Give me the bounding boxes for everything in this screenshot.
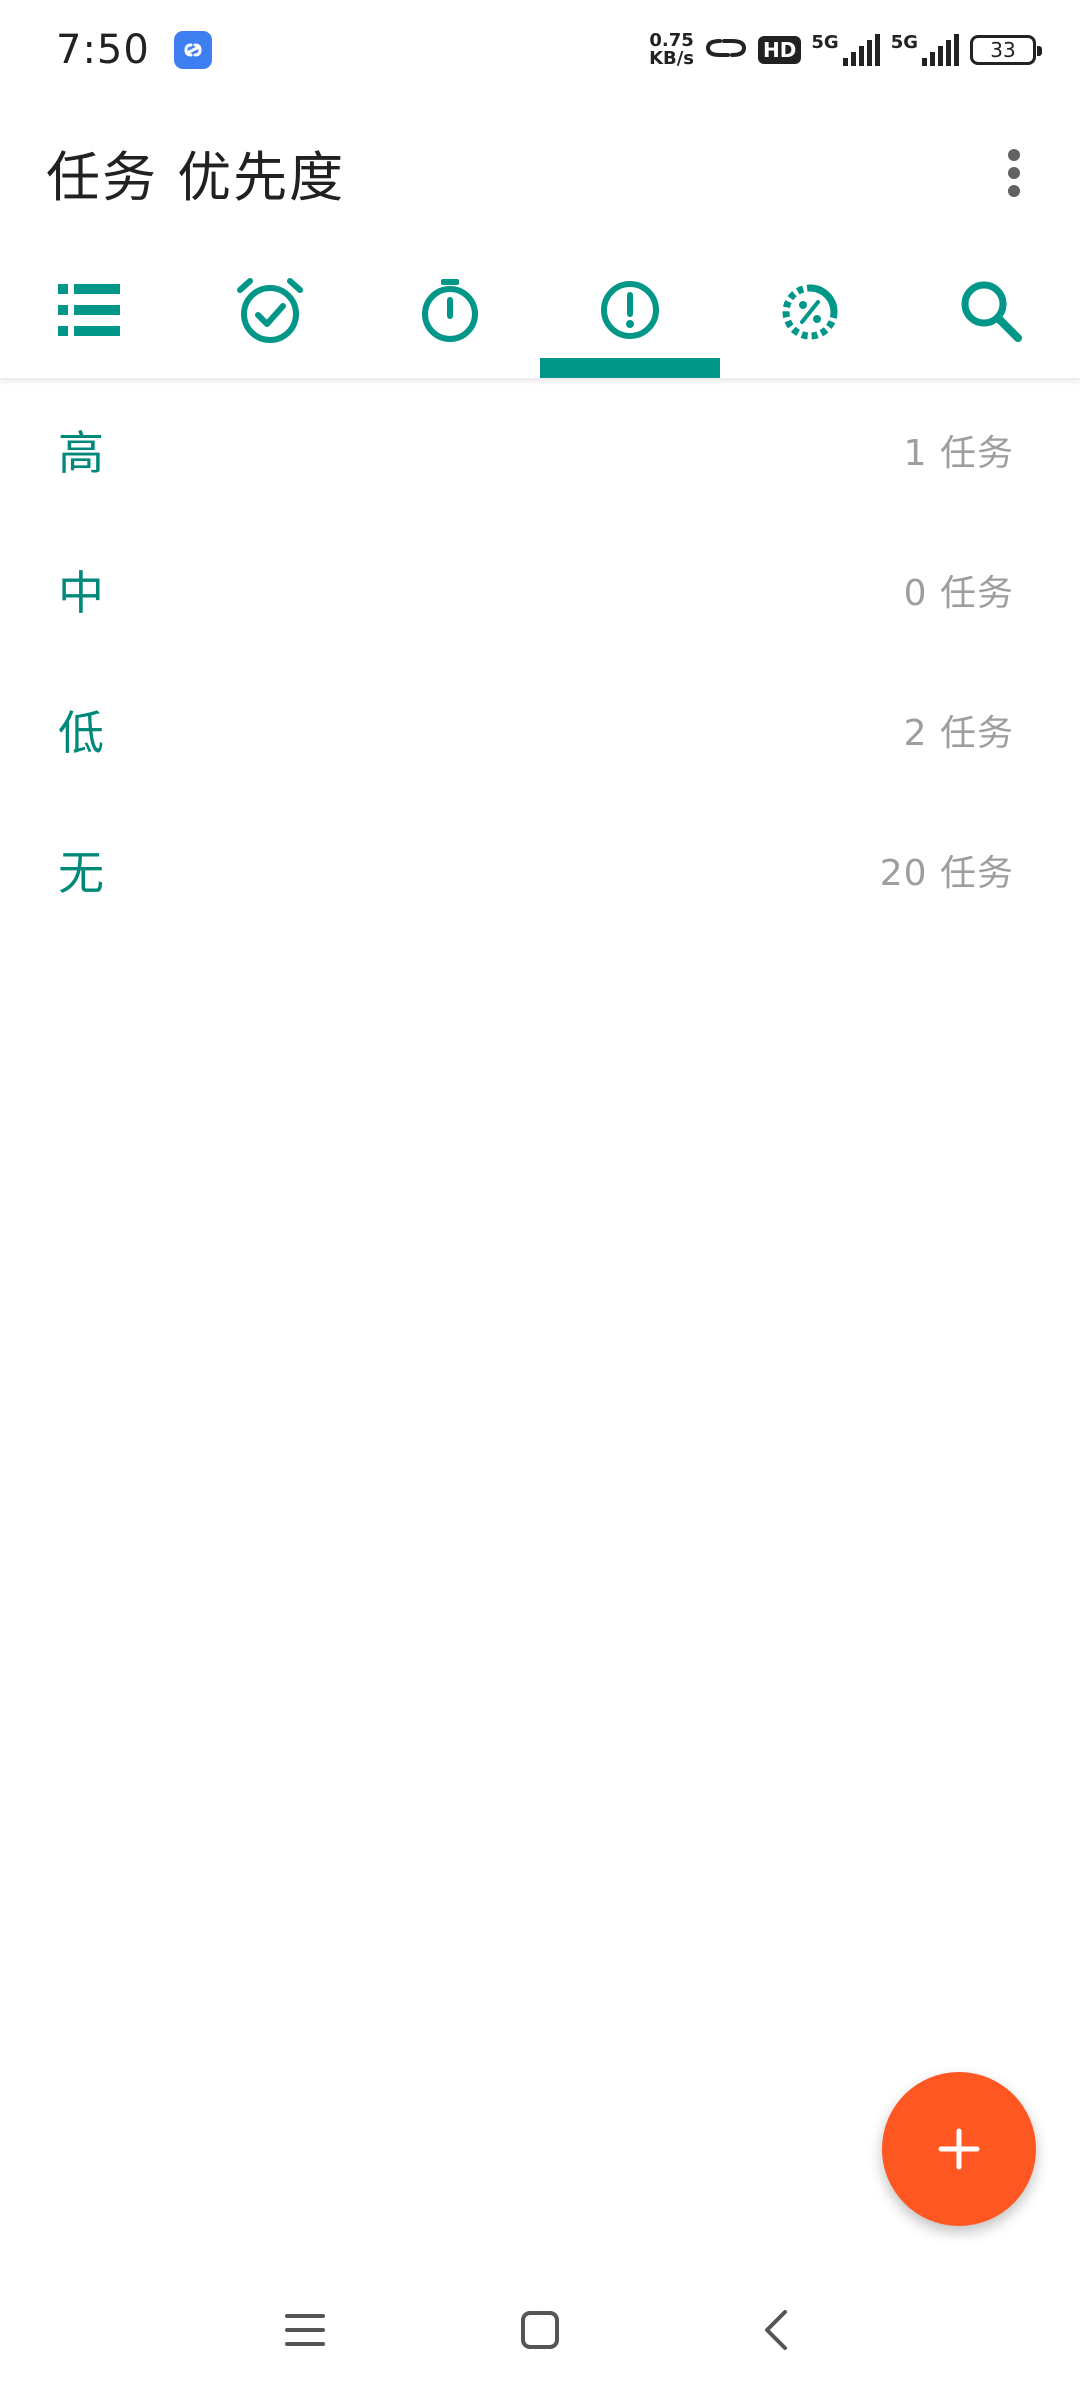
priority-label: 中 (58, 566, 104, 620)
progress-percent-icon (782, 284, 838, 339)
stopwatch-icon (422, 278, 478, 342)
network-speed-unit: KB/s (649, 48, 695, 69)
back-icon (765, 2310, 787, 2350)
network-type-2: 5G (890, 32, 918, 53)
signal-2: 5G (891, 34, 960, 66)
priority-task-count: 1 任务 (903, 433, 1014, 474)
status-indicators: 0.75 KB/s HD 5G 5G 33 (649, 32, 1042, 68)
tab-progress[interactable] (720, 255, 900, 378)
priority-row-high[interactable]: 高 1 任务 (0, 380, 1080, 520)
battery-level: 33 (990, 38, 1016, 62)
app-header: 任务 优先度 (0, 100, 1080, 245)
tab-list[interactable] (0, 255, 180, 378)
priority-label: 无 (58, 846, 104, 900)
priority-exclamation-icon (601, 280, 659, 339)
home-square-icon (521, 2311, 559, 2349)
signal-1: 5G (811, 34, 880, 66)
back-button[interactable] (745, 2300, 805, 2360)
search-icon (961, 281, 1022, 342)
tab-stopwatch[interactable] (360, 255, 540, 378)
list-icon (58, 283, 120, 336)
page-title: 任务 优先度 (46, 146, 346, 209)
priority-task-count: 20 任务 (879, 853, 1014, 894)
priority-label: 低 (58, 706, 104, 760)
menu-icon (285, 2314, 325, 2346)
priority-row-none[interactable]: 无 20 任务 (0, 800, 1080, 940)
more-vert-icon[interactable] (994, 143, 1034, 203)
add-task-button[interactable] (882, 2072, 1036, 2226)
plus-icon (938, 2128, 980, 2170)
tab-search[interactable] (900, 255, 1080, 378)
alarm-check-icon (237, 277, 303, 343)
status-time: 7:50 (56, 27, 150, 73)
recent-apps-button[interactable] (275, 2300, 335, 2360)
priority-task-count: 2 任务 (903, 713, 1014, 754)
network-speed: 0.75 KB/s (649, 32, 694, 68)
link-app-icon (173, 31, 212, 69)
status-bar: 7:50 0.75 KB/s HD 5G 5G 33 (0, 0, 1080, 100)
system-nav-bar (0, 2260, 1080, 2400)
tab-bar (0, 255, 1080, 380)
home-button[interactable] (510, 2300, 570, 2360)
network-type-1: 5G (811, 32, 839, 53)
tab-priority[interactable] (540, 255, 720, 378)
tab-alarm[interactable] (180, 255, 360, 378)
hotspot-link-icon (704, 33, 748, 67)
signal-bars-icon (842, 34, 880, 66)
priority-row-medium[interactable]: 中 0 任务 (0, 520, 1080, 660)
priority-label: 高 (58, 426, 104, 480)
priority-list: 高 1 任务 中 0 任务 低 2 任务 无 20 任务 (0, 380, 1080, 940)
signal-bars-icon (922, 34, 959, 66)
hd-badge: HD (758, 36, 802, 64)
battery-icon: 33 (970, 35, 1042, 65)
priority-row-low[interactable]: 低 2 任务 (0, 660, 1080, 800)
priority-task-count: 0 任务 (903, 573, 1014, 614)
